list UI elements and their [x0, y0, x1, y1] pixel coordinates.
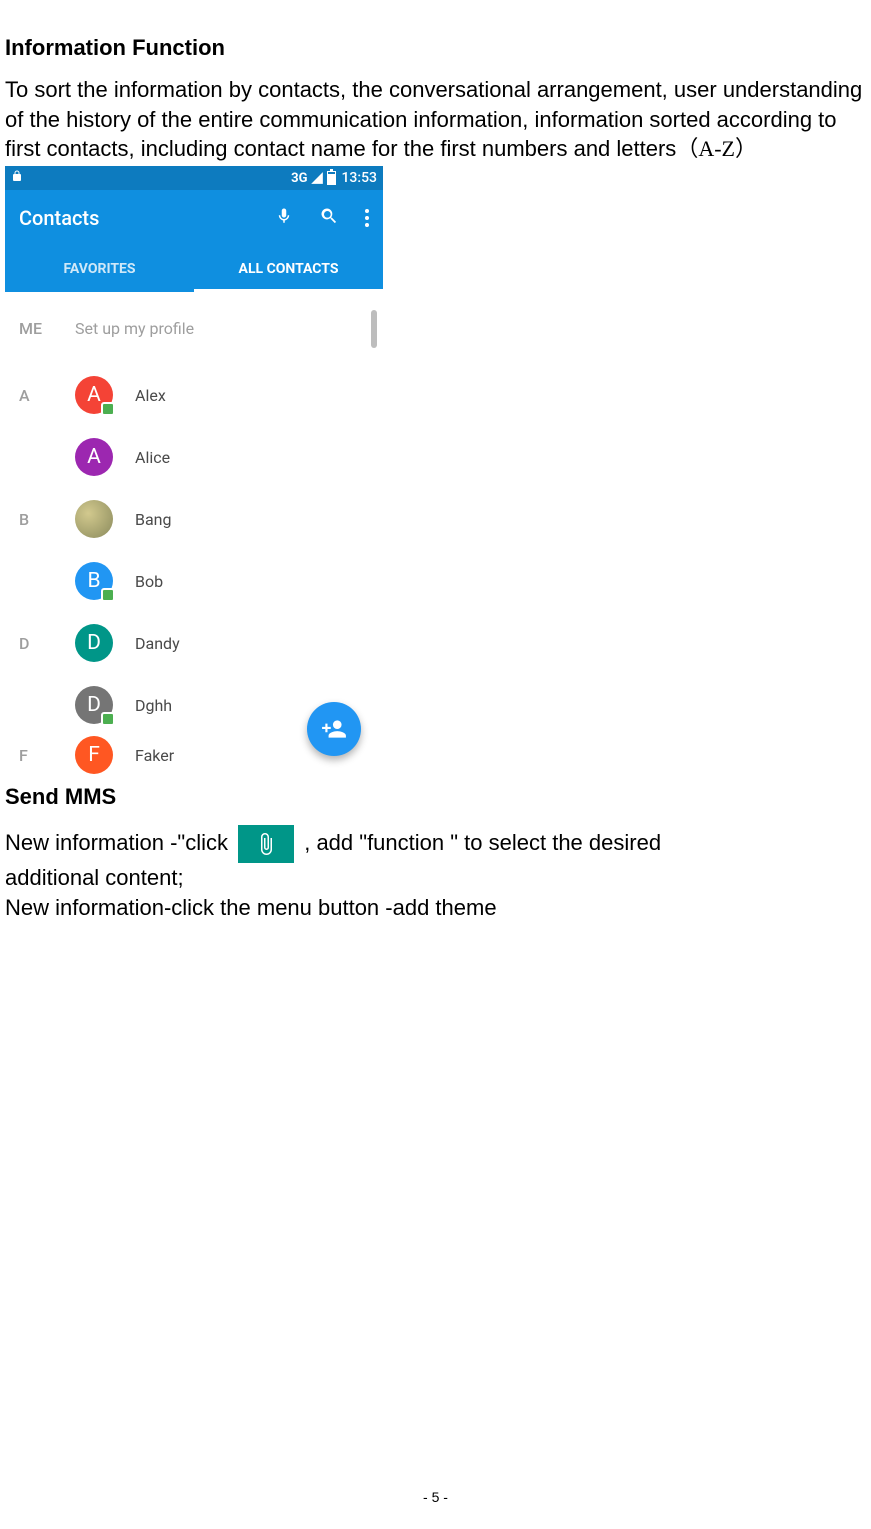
signal-label: 3G	[291, 171, 307, 186]
contact-avatar: D	[75, 686, 113, 724]
para-az: （A-Z）	[676, 136, 757, 161]
sim-badge-icon	[101, 712, 115, 726]
contact-name: Bob	[135, 572, 163, 591]
attach-icon[interactable]	[238, 825, 294, 863]
contact-row[interactable]: B Bob	[5, 550, 383, 612]
profile-row[interactable]: ME Set up my profile	[5, 292, 383, 364]
contact-row[interactable]: AA Alex	[5, 364, 383, 426]
sim-badge-icon	[101, 402, 115, 416]
app-title: Contacts	[19, 206, 275, 230]
section-letter: A	[19, 386, 75, 405]
overflow-menu-icon[interactable]	[365, 209, 369, 227]
section-letter: D	[19, 634, 75, 653]
section-heading-info-function: Information Function	[5, 35, 866, 61]
contact-avatar: B	[75, 562, 113, 600]
tabs: FAVORITES ALL CONTACTS	[5, 246, 383, 292]
tab-favorites[interactable]: FAVORITES	[5, 246, 194, 292]
search-icon[interactable]	[319, 206, 339, 230]
contact-avatar: D	[75, 624, 113, 662]
contact-name: Alex	[135, 386, 166, 405]
scrollbar-thumb[interactable]	[371, 310, 377, 348]
battery-icon	[327, 171, 336, 185]
lock-icon	[11, 169, 23, 187]
contact-avatar: A	[75, 438, 113, 476]
contact-name: Faker	[135, 746, 174, 765]
contact-name: Dandy	[135, 634, 180, 653]
contact-name: Dghh	[135, 696, 172, 715]
me-label: ME	[19, 319, 75, 338]
signal-icon	[310, 171, 324, 185]
tab-all-contacts[interactable]: ALL CONTACTS	[194, 246, 383, 292]
contact-row[interactable]: B Bang	[5, 488, 383, 550]
contact-avatar	[75, 500, 113, 538]
mic-icon[interactable]	[275, 207, 293, 229]
contact-name: Bang	[135, 510, 172, 529]
status-time: 13:53	[341, 170, 377, 186]
contact-avatar: A	[75, 376, 113, 414]
mms-line2: additional content;	[5, 863, 866, 893]
add-contact-fab[interactable]	[307, 702, 361, 756]
profile-text: Set up my profile	[75, 319, 194, 338]
contact-row[interactable]: DD Dandy	[5, 612, 383, 674]
mms-line1-a: New information -"click	[5, 830, 234, 855]
contact-avatar: F	[75, 736, 113, 774]
info-function-paragraph: To sort the information by contacts, the…	[5, 75, 866, 164]
mms-line3: New information-click the menu button -a…	[5, 893, 866, 923]
mms-para-1: New information -"click , add "function …	[5, 824, 866, 863]
contact-name: Alice	[135, 448, 170, 467]
contact-list: ME Set up my profile AAAlexAAliceBBangBB…	[5, 292, 383, 778]
section-letter: F	[19, 746, 75, 765]
phone-screenshot: 3G 13:53 Contacts FAVORITES	[5, 166, 383, 778]
section-heading-send-mms: Send MMS	[5, 784, 866, 810]
sim-badge-icon	[101, 588, 115, 602]
contact-row[interactable]: A Alice	[5, 426, 383, 488]
section-letter: B	[19, 510, 75, 529]
page-number: - 5 -	[0, 1489, 871, 1505]
status-bar: 3G 13:53	[5, 166, 383, 190]
app-bar: Contacts	[5, 190, 383, 246]
mms-line1-b: , add "function " to select the desired	[304, 830, 661, 855]
